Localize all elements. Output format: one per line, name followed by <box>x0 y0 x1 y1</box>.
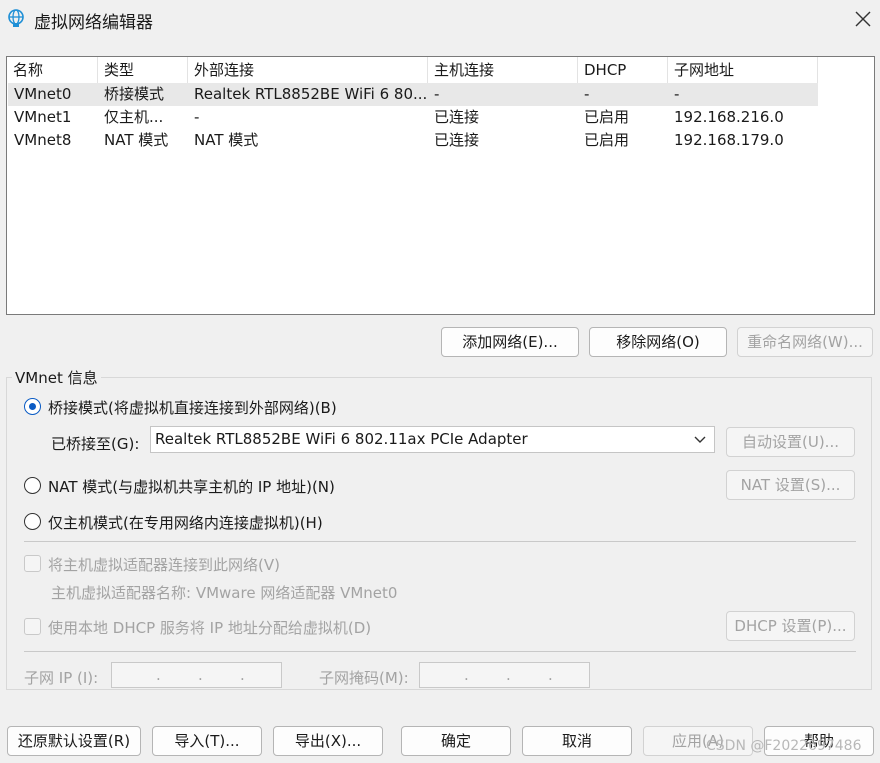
network-globe-icon <box>8 9 24 27</box>
rename-network-button[interactable]: 重命名网络(W)... <box>737 327 873 357</box>
column-header-name[interactable]: 名称 <box>7 57 98 83</box>
cell-host: 已连接 <box>434 131 480 149</box>
ip-separator: . <box>506 666 511 684</box>
cell-type: 桥接模式 <box>104 85 165 103</box>
ip-separator: . <box>156 666 161 684</box>
cell-external: Realtek RTL8852BE WiFi 6 80... <box>194 85 428 103</box>
table-row[interactable]: VMnet8 NAT 模式 NAT 模式 已连接 已启用 192.168.179… <box>8 129 818 152</box>
subnet-mask-input[interactable]: . . . <box>419 662 590 688</box>
chevron-down-icon <box>694 436 706 443</box>
local-dhcp-label[interactable]: 使用本地 DHCP 服务将 IP 地址分配给虚拟机(D) <box>48 617 371 638</box>
close-icon[interactable] <box>852 8 874 30</box>
restore-defaults-button[interactable]: 还原默认设置(R) <box>7 726 141 756</box>
column-header-dhcp[interactable]: DHCP <box>578 57 668 83</box>
local-dhcp-checkbox[interactable] <box>24 618 41 635</box>
vmnet-info-group <box>6 377 872 690</box>
ip-separator: . <box>464 666 469 684</box>
cell-external: NAT 模式 <box>194 131 259 149</box>
import-button[interactable]: 导入(T)... <box>152 726 262 756</box>
cell-name: VMnet0 <box>14 85 72 103</box>
bridged-mode-label[interactable]: 桥接模式(将虚拟机直接连接到外部网络)(B) <box>48 397 337 418</box>
vmnet-info-title: VMnet 信息 <box>12 367 101 388</box>
bridged-mode-radio[interactable] <box>24 398 41 415</box>
nat-mode-radio[interactable] <box>24 477 41 494</box>
cell-host: - <box>434 85 440 103</box>
nat-settings-button[interactable]: NAT 设置(S)... <box>726 470 855 500</box>
column-header-external[interactable]: 外部连接 <box>188 57 428 83</box>
ip-separator: . <box>548 666 553 684</box>
cell-type: NAT 模式 <box>104 131 169 149</box>
bridged-adapter-value: Realtek RTL8852BE WiFi 6 802.11ax PCIe A… <box>155 430 528 448</box>
cell-subnet: 192.168.216.0 <box>674 108 784 126</box>
host-only-mode-radio[interactable] <box>24 513 41 530</box>
export-button[interactable]: 导出(X)... <box>273 726 383 756</box>
column-header-type[interactable]: 类型 <box>98 57 188 83</box>
window-title: 虚拟网络编辑器 <box>34 13 153 33</box>
cell-subnet: - <box>674 85 680 103</box>
network-table[interactable]: 名称 类型 外部连接 主机连接 DHCP 子网地址 VMnet0 桥接模式 Re… <box>6 56 875 315</box>
cell-type: 仅主机... <box>104 108 164 126</box>
subnet-ip-input[interactable]: . . . <box>111 662 282 688</box>
ok-button[interactable]: 确定 <box>401 726 511 756</box>
cell-subnet: 192.168.179.0 <box>674 131 784 149</box>
bridged-adapter-select[interactable]: Realtek RTL8852BE WiFi 6 802.11ax PCIe A… <box>150 426 715 453</box>
nat-mode-label[interactable]: NAT 模式(与虚拟机共享主机的 IP 地址)(N) <box>48 476 335 497</box>
cell-dhcp: - <box>584 85 590 103</box>
watermark-text: CSDN @F2022697486 <box>706 738 862 754</box>
cancel-button[interactable]: 取消 <box>522 726 632 756</box>
ip-separator: . <box>198 666 203 684</box>
host-adapter-name-text: 主机虚拟适配器名称: VMware 网络适配器 VMnet0 <box>51 584 398 602</box>
add-network-button[interactable]: 添加网络(E)... <box>441 327 579 357</box>
connect-host-adapter-checkbox[interactable] <box>24 555 41 572</box>
column-header-subnet[interactable]: 子网地址 <box>668 57 818 83</box>
column-header-host[interactable]: 主机连接 <box>428 57 578 83</box>
dhcp-settings-button[interactable]: DHCP 设置(P)... <box>726 611 855 641</box>
host-only-mode-label[interactable]: 仅主机模式(在专用网络内连接虚拟机)(H) <box>48 512 323 533</box>
cell-external: - <box>194 108 200 126</box>
divider <box>24 541 856 542</box>
auto-settings-button[interactable]: 自动设置(U)... <box>726 427 855 457</box>
connect-host-adapter-label[interactable]: 将主机虚拟适配器连接到此网络(V) <box>48 554 280 575</box>
remove-network-button[interactable]: 移除网络(O) <box>589 327 727 357</box>
table-row[interactable]: VMnet1 仅主机... - 已连接 已启用 192.168.216.0 <box>8 106 818 129</box>
cell-dhcp: 已启用 <box>584 108 630 126</box>
table-row[interactable]: VMnet0 桥接模式 Realtek RTL8852BE WiFi 6 80.… <box>8 83 818 106</box>
bridged-to-label: 已桥接至(G): <box>51 435 140 453</box>
subnet-ip-label: 子网 IP (I): <box>24 669 99 687</box>
cell-host: 已连接 <box>434 108 480 126</box>
divider <box>24 651 856 652</box>
cell-dhcp: 已启用 <box>584 131 630 149</box>
subnet-mask-label: 子网掩码(M): <box>319 669 409 687</box>
cell-name: VMnet8 <box>14 131 72 149</box>
cell-name: VMnet1 <box>14 108 72 126</box>
ip-separator: . <box>240 666 245 684</box>
